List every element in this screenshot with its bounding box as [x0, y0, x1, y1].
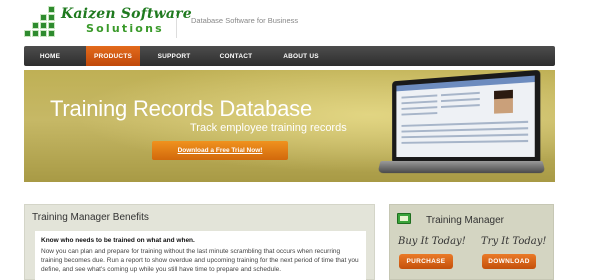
- logo-text-kaizen-software: Kaizen Software: [61, 6, 192, 22]
- product-title: Training Manager: [426, 215, 505, 226]
- benefits-heading: Know who needs to be trained on what and…: [41, 237, 195, 244]
- buy-it-today-label: Buy It Today!: [398, 236, 466, 247]
- nav-item-contact[interactable]: CONTACT: [208, 46, 264, 66]
- header-divider: [176, 16, 177, 38]
- nav-item-about-us[interactable]: ABOUT US: [274, 46, 328, 66]
- site-header: Kaizen Software Solutions Database Softw…: [0, 0, 600, 44]
- purchase-button[interactable]: PURCHASE: [399, 254, 453, 269]
- benefits-panel: Training Manager Benefits Know who needs…: [24, 204, 375, 280]
- download-free-trial-button[interactable]: Download a Free Trial Now!: [152, 141, 288, 160]
- benefits-title: Training Manager Benefits: [32, 212, 149, 223]
- laptop-screenshot-image: [377, 70, 549, 180]
- hero-banner: Training Records Database Track employee…: [24, 70, 555, 182]
- product-panel: Training Manager Buy It Today! Try It To…: [389, 204, 554, 280]
- logo-text-solutions: Solutions: [86, 22, 164, 35]
- kaizen-logo[interactable]: Kaizen Software Solutions: [24, 6, 192, 40]
- green-cube-staircase-icon: [24, 6, 64, 38]
- download-button[interactable]: DOWNLOAD: [482, 254, 536, 269]
- nav-item-support[interactable]: SUPPORT: [146, 46, 202, 66]
- main-nav: HOME PRODUCTS SUPPORT CONTACT ABOUT US: [24, 46, 555, 66]
- try-it-today-label: Try It Today!: [481, 236, 547, 247]
- benefits-body: Know who needs to be trained on what and…: [35, 231, 366, 280]
- training-manager-app-icon: [397, 213, 411, 224]
- site-tagline: Database Software for Business: [191, 16, 299, 25]
- nav-item-products[interactable]: PRODUCTS: [86, 46, 140, 66]
- hero-subtitle: Track employee training records: [190, 122, 347, 134]
- nav-item-home[interactable]: HOME: [24, 46, 76, 66]
- benefits-text: Now you can plan and prepare for trainin…: [41, 248, 359, 274]
- hero-title: Training Records Database: [50, 96, 312, 121]
